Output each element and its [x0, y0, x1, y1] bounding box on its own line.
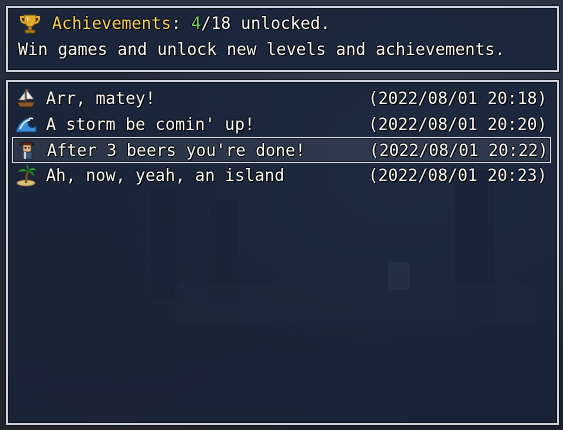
achievement-name: Arr, matey! [46, 88, 156, 108]
achievement-name: Ah, now, yeah, an island [46, 165, 285, 185]
pirate-icon [19, 141, 35, 160]
achievement-name: After 3 beers you're done! [47, 140, 306, 160]
achievements-label: Achievements [52, 14, 172, 33]
achievement-row-beers[interactable]: After 3 beers you're done! (2022/08/01 2… [12, 137, 551, 163]
achievement-row-island[interactable]: Ah, now, yeah, an island (2022/08/01 20:… [12, 163, 549, 187]
achievement-list: Arr, matey! (2022/08/01 20:18) A storm b… [6, 80, 559, 425]
total-text: /18 unlocked. [201, 14, 331, 33]
achievement-row-arr-matey[interactable]: Arr, matey! (2022/08/01 20:18) [12, 86, 549, 110]
achievement-date: (2022/08/01 20:23) [368, 165, 547, 185]
palm-tree-icon [16, 163, 37, 187]
achievement-date: (2022/08/01 20:18) [368, 88, 547, 108]
description-text: Win games and unlock new levels and achi… [18, 40, 505, 59]
unlocked-count: 4 [191, 14, 202, 33]
wave-icon [15, 117, 37, 133]
achievement-row-storm[interactable]: A storm be comin' up! (2022/08/01 20:20) [12, 112, 549, 136]
ship-icon [16, 89, 36, 108]
colon: : [171, 14, 182, 33]
achievement-summary: Achievements: 4/18 unlocked. [18, 13, 330, 35]
achievement-date: (2022/08/01 20:22) [369, 140, 548, 160]
achievement-date: (2022/08/01 20:20) [368, 114, 547, 134]
help-window: Achievements: 4/18 unlocked. Win games a… [6, 6, 559, 72]
trophy-icon [20, 14, 40, 34]
achievement-name: A storm be comin' up! [46, 114, 255, 134]
